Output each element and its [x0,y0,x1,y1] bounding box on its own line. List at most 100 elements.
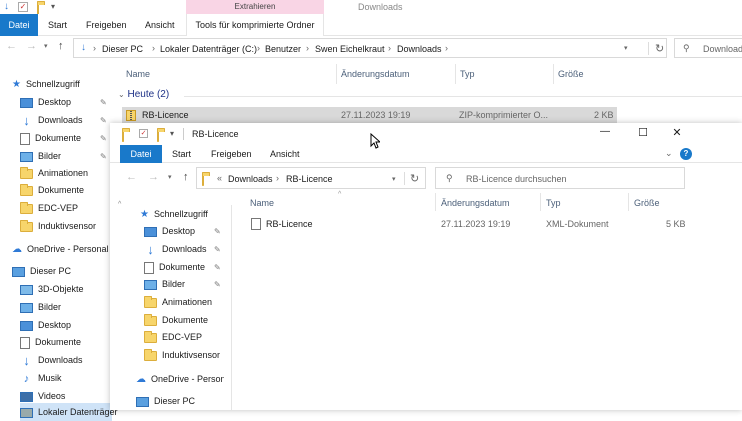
nav-dokumente[interactable]: Dokumente [144,258,205,276]
nav-desktop[interactable]: Desktop [144,222,195,240]
column-date[interactable]: Änderungsdatum [441,198,510,208]
pin-icon[interactable]: ✎ [100,152,107,161]
file-row-selected[interactable]: RB-Licence 27.11.2023 19:19 ZIP-komprimi… [122,107,617,123]
tab-datei[interactable]: Datei [0,14,38,36]
column-name[interactable]: Name [250,198,274,208]
breadcrumb-overflow[interactable]: « [217,173,222,183]
nav-pc-downloads[interactable]: ↓ Downloads [20,351,82,369]
recent-dropdown-icon[interactable]: ▾ [44,42,48,50]
refresh-icon[interactable]: ↻ [648,42,664,55]
back-arrow-icon[interactable]: ← [6,40,17,52]
breadcrumb-rb-licence[interactable]: RB-Licence [286,174,333,184]
refresh-icon[interactable]: ↻ [404,172,419,185]
nav-musik[interactable]: ♪ Musik [20,369,62,387]
breadcrumb-sep-icon[interactable]: › [93,43,96,53]
back-arrow-icon[interactable]: ← [126,171,137,183]
breadcrumb-user[interactable]: Swen Eichelkraut [315,44,385,54]
nav-animationen[interactable]: Animationen [144,293,212,311]
tab-datei[interactable]: Datei [120,145,162,163]
checkbox-icon[interactable]: ✓ [139,129,148,138]
search-box[interactable]: ⚲ Download [674,38,742,58]
column-type[interactable]: Typ [546,198,561,208]
nav-dokumente[interactable]: Dokumente [20,129,81,147]
breadcrumb-lokaler-datentraeger[interactable]: Lokaler Datenträger (C:) [160,44,257,54]
nav-pc-dokumente[interactable]: Dokumente [20,333,81,351]
pin-icon[interactable]: ✎ [100,98,107,107]
pin-icon[interactable]: ✎ [100,116,107,125]
customize-toolbar-icon[interactable]: ▾ [51,2,55,11]
front-search-box[interactable]: ⚲ RB-Licence durchsuchen [435,167,685,189]
nav-animationen[interactable]: Animationen [20,164,88,182]
tab-start[interactable]: Start [172,145,191,163]
nav-dokumente-2[interactable]: Dokumente [20,181,84,199]
tab-freigeben[interactable]: Freigeben [86,14,127,36]
breadcrumb-sep-icon[interactable]: › [257,43,260,53]
pin-icon[interactable]: ✎ [214,245,221,254]
nav-desktop[interactable]: Desktop [20,93,71,111]
folder-icon[interactable] [157,130,159,142]
file-row[interactable]: RB-Licence 27.11.2023 19:19 XML-Dokument… [248,216,688,232]
scroll-up-icon[interactable]: ^ [118,201,121,208]
nav-dieser-pc[interactable]: Dieser PC [12,262,71,280]
ribbon-expand-icon[interactable]: ⌄ [665,148,673,159]
forward-arrow-icon[interactable]: → [148,171,159,183]
tab-start[interactable]: Start [48,14,67,36]
nav-dieser-pc[interactable]: Dieser PC [136,392,195,410]
breadcrumb-dieser-pc[interactable]: Dieser PC [102,44,143,54]
nav-bilder[interactable]: Bilder [20,147,61,165]
minimize-button[interactable]: — [590,126,620,137]
nav-3d-objekte[interactable]: 3D-Objekte [20,280,84,298]
nav-induktivsensor[interactable]: Induktivsensor [144,346,220,364]
maximize-button[interactable]: ☐ [628,126,658,139]
breadcrumb-sep-icon[interactable]: › [152,43,155,53]
address-bar[interactable]: ↓ › Dieser PC › Lokaler Datenträger (C:)… [73,38,667,58]
customize-toolbar-icon[interactable]: ▾ [170,129,174,138]
checkbox-icon[interactable]: ✓ [18,2,28,12]
column-size[interactable]: Größe [634,198,660,208]
column-name[interactable]: Name [126,69,150,79]
breadcrumb-sep-icon[interactable]: › [276,173,279,183]
nav-dokumente-2[interactable]: Dokumente [144,311,208,329]
up-arrow-icon[interactable]: ↑ [58,40,64,52]
help-icon[interactable]: ? [680,148,692,160]
file-date: 27.11.2023 19:19 [441,219,511,229]
breadcrumb-sep-icon[interactable]: › [306,43,309,53]
column-date[interactable]: Änderungsdatum [341,69,410,79]
address-dropdown-icon[interactable]: ▾ [624,44,628,52]
breadcrumb-sep-icon[interactable]: › [388,43,391,53]
recent-dropdown-icon[interactable]: ▾ [168,173,172,181]
nav-induktivsensor[interactable]: Induktivsensor [20,217,96,235]
nav-edc-vep[interactable]: EDC-VEP [20,199,78,217]
nav-schnellzugriff[interactable]: ★ Schnellzugriff [12,75,80,93]
pin-icon[interactable]: ✎ [214,280,221,289]
nav-bilder[interactable]: Bilder [144,275,185,293]
nav-onedrive[interactable]: ☁ OneDrive - Person [136,370,224,388]
front-address-bar[interactable]: « Downloads › RB-Licence ▾ ↻ [196,167,426,189]
forward-arrow-icon[interactable]: → [26,40,37,52]
group-header[interactable]: ⌄ Heute (2) [118,89,169,100]
up-arrow-icon[interactable]: ↑ [183,171,189,183]
address-dropdown-icon[interactable]: ▾ [392,175,396,183]
nav-downloads[interactable]: ↓ Downloads [144,240,206,258]
breadcrumb-sep-icon[interactable]: › [445,43,448,53]
tab-ansicht[interactable]: Ansicht [145,14,175,36]
pin-icon[interactable]: ✎ [214,227,221,236]
column-type[interactable]: Typ [460,69,475,79]
nav-pc-desktop[interactable]: Desktop [20,316,71,334]
breadcrumb-downloads[interactable]: Downloads [397,44,442,54]
nav-lokaler-datentraeger[interactable]: Lokaler Datenträger [20,403,118,421]
nav-downloads[interactable]: ↓ Downloads [20,111,82,129]
tab-ansicht[interactable]: Ansicht [270,145,300,163]
breadcrumb-downloads[interactable]: Downloads [228,174,273,184]
close-button[interactable]: ✕ [662,126,692,139]
column-size[interactable]: Größe [558,69,584,79]
breadcrumb-benutzer[interactable]: Benutzer [265,44,301,54]
nav-edc-vep[interactable]: EDC-VEP [144,328,202,346]
pin-icon[interactable]: ✎ [100,134,107,143]
pin-icon[interactable]: ✎ [214,263,221,272]
tab-compressed-tools[interactable]: Tools für komprimierte Ordner [186,14,324,36]
nav-schnellzugriff[interactable]: ★ Schnellzugriff [140,205,208,223]
nav-pc-bilder[interactable]: Bilder [20,298,61,316]
nav-onedrive[interactable]: ☁ OneDrive - Personal [12,240,109,258]
tab-freigeben[interactable]: Freigeben [211,145,252,163]
